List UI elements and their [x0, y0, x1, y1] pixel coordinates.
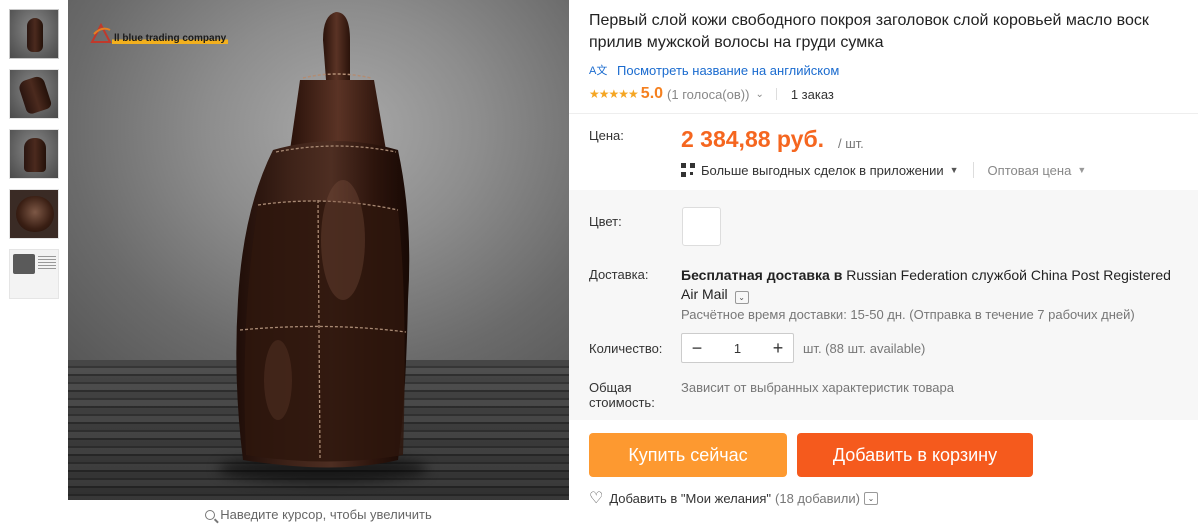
main-product-image[interactable]: ll blue trading company — [68, 0, 569, 500]
color-label: Цвет: — [589, 214, 622, 229]
store-logo-icon — [90, 22, 112, 43]
quantity-decrease-button[interactable]: − — [682, 334, 712, 362]
store-logo-text: ll blue trading company — [112, 33, 229, 44]
quantity-stepper: − 1 + — [681, 333, 794, 363]
divider — [569, 113, 1198, 114]
color-swatch[interactable] — [682, 207, 721, 246]
delivery-label: Доставка: — [589, 267, 649, 282]
thumbnail-4[interactable] — [9, 189, 59, 239]
rating-score: 5.0 — [640, 85, 664, 102]
delivery-free-text: Бесплатная доставка в — [681, 267, 843, 283]
thumbnail-5[interactable] — [9, 249, 59, 299]
chevron-down-icon[interactable]: ⌄ — [734, 291, 749, 304]
total-price-label: Общая стоимость: — [589, 380, 655, 410]
quantity-input[interactable]: 1 — [712, 341, 763, 356]
thumbnail-list — [9, 9, 59, 309]
zoom-hint: Наведите курсор, чтобы увеличить — [68, 507, 569, 522]
buy-now-button[interactable]: Купить сейчас — [589, 433, 787, 477]
thumbnail-1[interactable] — [9, 9, 59, 59]
rating-votes[interactable]: (1 голоса(ов)) — [667, 87, 749, 102]
heart-plus-icon[interactable]: ♡ — [589, 490, 603, 506]
quantity-increase-button[interactable]: + — [763, 334, 793, 362]
add-to-cart-button[interactable]: Добавить в корзину — [797, 433, 1033, 477]
rating-row: ★★★★★ 5.0 (1 голоса(ов)) ⌄ 1 заказ — [589, 84, 1189, 104]
chevron-down-icon[interactable]: ⌄ — [863, 492, 878, 505]
translate-icon: A文 — [589, 65, 608, 77]
divider — [972, 162, 974, 178]
wishlist-link[interactable]: ♡ Добавить в "Мои желания" (18 добавили)… — [589, 490, 878, 506]
bag-illustration — [236, 12, 410, 468]
wishlist-count: (18 добавили) — [775, 491, 860, 506]
translate-link[interactable]: A文 Посмотреть название на английском — [589, 61, 1189, 79]
delivery-time: Расчётное время доставки: 15-50 дн. (Отп… — [681, 307, 1135, 322]
divider — [775, 88, 777, 100]
product-title: Первый слой кожи свободного покроя загол… — [589, 12, 1149, 51]
thumbnail-2[interactable] — [9, 69, 59, 119]
translate-link-text[interactable]: Посмотреть название на английском — [617, 63, 839, 78]
price-unit: / шт. — [838, 136, 864, 151]
rating-stars-icon: ★★★★★ — [589, 87, 639, 101]
qr-code-icon — [681, 163, 695, 177]
price-value: 2 384,88 руб. — [681, 126, 825, 152]
total-price-value: Зависит от выбранных характеристик товар… — [681, 380, 954, 395]
thumbnail-3[interactable] — [9, 129, 59, 179]
app-deals-label[interactable]: Больше выгодных сделок в приложении — [701, 163, 944, 178]
orders-count: 1 заказ — [790, 86, 834, 102]
price-section: Цена: 2 384,88 руб. / шт. Больше выгодны… — [589, 126, 1189, 186]
wholesale-price-link[interactable]: Оптовая цена — [988, 163, 1072, 178]
magnifier-icon — [205, 510, 216, 520]
available-stock: шт. (88 шт. available) — [803, 341, 926, 356]
store-watermark-logo: ll blue trading company — [90, 22, 229, 44]
zoom-hint-text: Наведите курсор, чтобы увеличить — [220, 507, 432, 522]
quantity-label: Количество: — [589, 341, 663, 356]
caret-down-icon[interactable]: ▼ — [950, 165, 959, 175]
delivery-info: Бесплатная доставка в Russian Federation… — [681, 266, 1181, 304]
wishlist-label[interactable]: Добавить в "Мои желания" — [609, 491, 771, 506]
chevron-down-icon[interactable]: ⌄ — [755, 89, 763, 100]
caret-down-icon[interactable]: ▼ — [1077, 165, 1086, 175]
app-deals[interactable]: Больше выгодных сделок в приложении ▼ Оп… — [681, 161, 1086, 179]
price-label: Цена: — [589, 128, 624, 143]
product-info: Первый слой кожи свободного покроя загол… — [589, 10, 1189, 104]
